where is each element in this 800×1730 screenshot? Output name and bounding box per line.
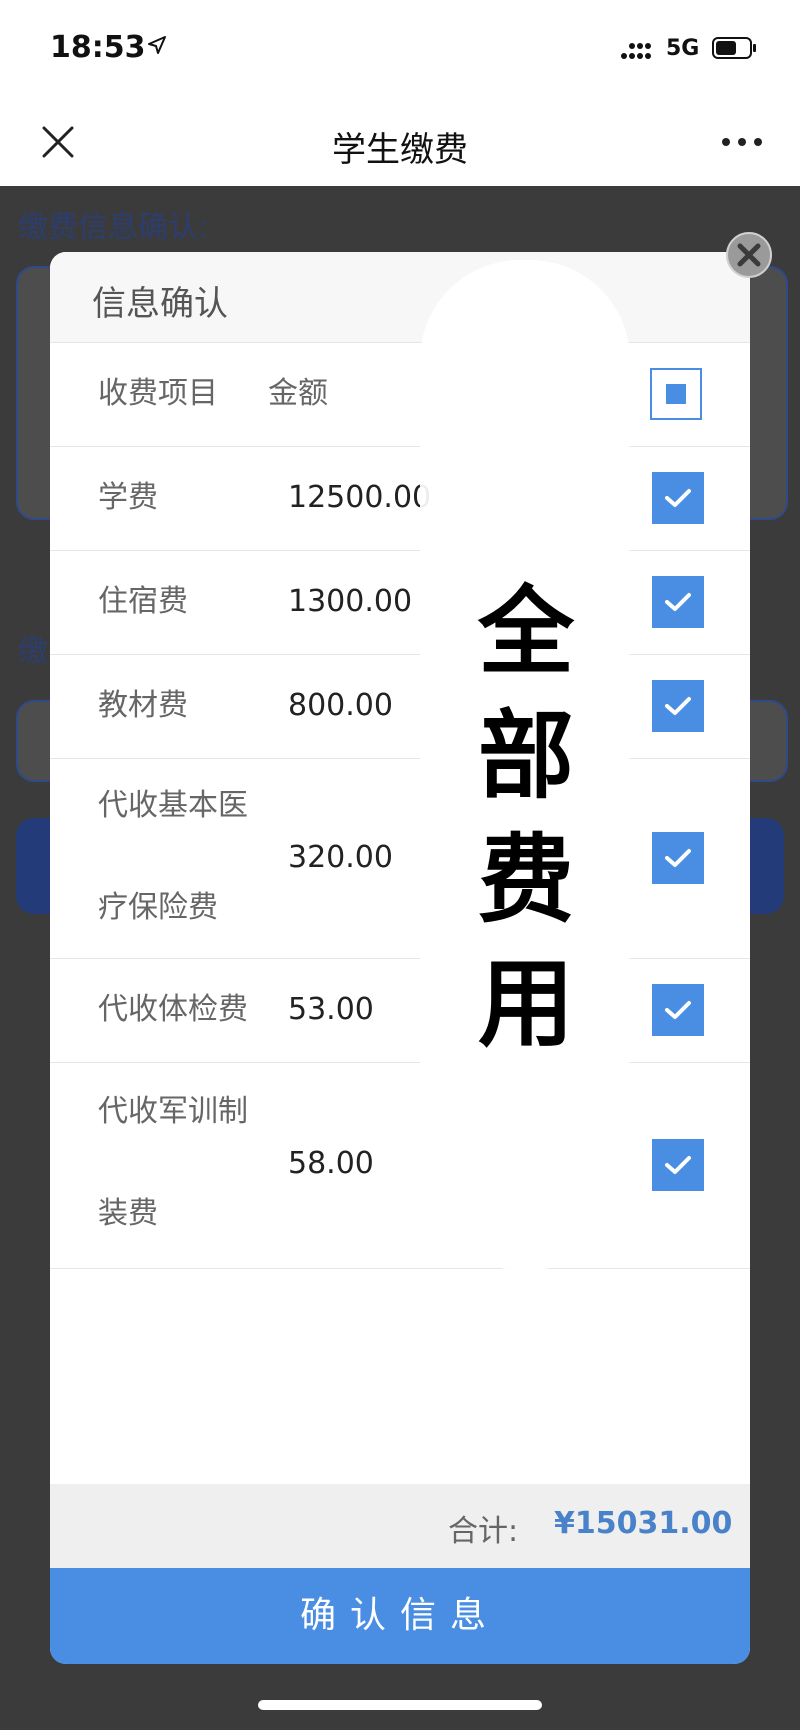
signal-icon — [621, 38, 651, 59]
fee-amount: 320.00 — [288, 840, 393, 875]
row-checkbox[interactable] — [652, 1139, 704, 1191]
table-row: 住宿费 1300.00 — [50, 550, 750, 655]
location-arrow-icon — [148, 36, 166, 54]
check-icon — [665, 593, 691, 611]
fee-name: 住宿费 — [98, 584, 188, 619]
table-row: 代收基本医 疗保险费 320.00 — [50, 758, 750, 959]
table-header-row: 收费项目 金额 — [50, 342, 750, 447]
fee-amount: 800.00 — [288, 688, 393, 723]
annotation-text: 全部费用 — [478, 576, 574, 1060]
check-icon — [665, 1156, 691, 1174]
fee-name-line1: 代收军训制 — [98, 1094, 248, 1129]
row-checkbox[interactable] — [652, 576, 704, 628]
background-section-label: 缴费信息确认: — [18, 210, 209, 245]
modal-close-icon[interactable] — [726, 232, 772, 278]
total-bar: 合计: ¥15031.00 — [50, 1484, 750, 1568]
partial-check-icon — [666, 384, 686, 404]
check-icon — [665, 697, 691, 715]
fee-name: 教材费 — [98, 688, 188, 723]
row-checkbox[interactable] — [652, 984, 704, 1036]
fee-amount: 1300.00 — [288, 584, 413, 619]
nav-bar: 学生缴费 — [0, 100, 800, 186]
total-amount: ¥15031.00 — [554, 1506, 733, 1541]
check-icon — [665, 849, 691, 867]
fee-amount: 53.00 — [288, 992, 374, 1027]
table-row: 代收军训制 装费 58.00 — [50, 1062, 750, 1269]
status-bar: 18:53 5G — [0, 0, 800, 100]
check-icon — [665, 489, 691, 507]
column-header-amount: 金额 — [268, 376, 328, 411]
battery-icon — [712, 37, 756, 59]
row-checkbox[interactable] — [652, 680, 704, 732]
confirm-info-button[interactable]: 确认信息 — [50, 1568, 750, 1664]
home-indicator[interactable] — [258, 1700, 542, 1710]
status-time: 18:53 — [50, 30, 146, 65]
fee-name: 学费 — [98, 480, 158, 515]
network-type: 5G — [666, 36, 700, 61]
background-section-label-2: 缴 — [18, 634, 48, 669]
fee-name-line2: 疗保险费 — [98, 890, 218, 925]
select-all-checkbox[interactable] — [650, 368, 702, 420]
fee-amount: 12500.00 — [288, 480, 432, 515]
row-checkbox[interactable] — [652, 472, 704, 524]
total-label: 合计: — [448, 1514, 519, 1549]
modal-header: 信息确认 — [50, 252, 750, 343]
table-row: 学费 12500.00 — [50, 446, 750, 551]
modal-title: 信息确认 — [92, 284, 228, 324]
table-row: 代收体检费 53.00 — [50, 958, 750, 1063]
check-icon — [665, 1001, 691, 1019]
confirm-modal: 信息确认 收费项目 金额 学费 12500.00 住宿费 1300.00 教材费… — [50, 252, 750, 1664]
fee-name-line2: 装费 — [98, 1196, 158, 1231]
fee-name-line1: 代收基本医 — [98, 788, 248, 823]
row-checkbox[interactable] — [652, 832, 704, 884]
table-row: 教材费 800.00 — [50, 654, 750, 759]
column-header-item: 收费项目 — [98, 376, 218, 411]
page-title: 学生缴费 — [332, 130, 468, 170]
more-options-icon[interactable] — [720, 132, 764, 152]
fee-name: 代收体检费 — [98, 992, 248, 1027]
fee-amount: 58.00 — [288, 1146, 374, 1181]
